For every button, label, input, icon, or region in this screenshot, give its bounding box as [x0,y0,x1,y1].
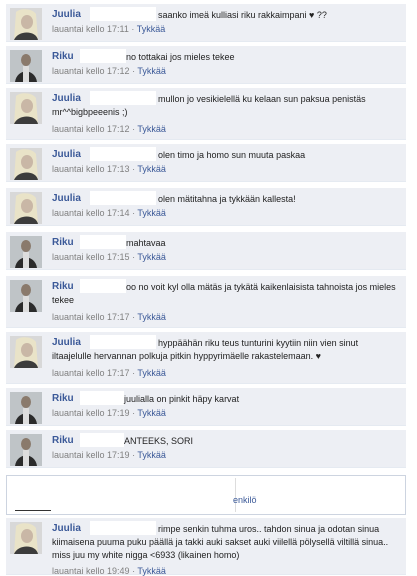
comment-item: Riku juulialla on pinkit häpy karvat lau… [6,388,406,426]
comment-item: Juulia rimpe senkin tuhma uros.. tahdon … [6,518,406,576]
comment-text: olen timo ja homo sun muuta paskaa [158,150,306,160]
comment-text: olen mätitahna ja tykkään kallesta! [158,194,296,204]
comment-timestamp: lauantai kello 17:19 [52,450,130,460]
meta-separator: · [132,312,136,322]
comment-meta: lauantai kello 17:12 · Tykkää [52,66,166,76]
like-link[interactable]: Tykkää [137,252,166,262]
like-link[interactable]: Tykkää [137,208,166,218]
comment-author[interactable]: Riku [52,435,74,446]
comment-meta: lauantai kello 17:19 · Tykkää [52,408,166,418]
avatar[interactable] [10,434,42,466]
comment-timestamp: lauantai kello 17:12 [52,124,130,134]
meta-separator: · [132,124,136,134]
comment-meta: lauantai kello 17:12 · Tykkää [52,124,166,134]
like-link[interactable]: Tykkää [137,312,166,322]
meta-separator: · [132,368,136,378]
redaction [80,391,124,405]
avatar[interactable] [10,522,42,554]
comment-text: juulialla on pinkit häpy karvat [124,394,240,404]
comment-timestamp: lauantai kello 17:15 [52,252,130,262]
comment-author[interactable]: Riku [52,393,74,404]
comment-text: mullon jo vesikielellä ku kelaan sun pak… [52,94,366,117]
like-link[interactable]: Tykkää [137,408,166,418]
avatar[interactable] [10,336,42,368]
comment-item: Riku oo no voit kyl olla mätäs ja tykätä… [6,276,406,328]
comment-timestamp: lauantai kello 17:17 [52,368,130,378]
redaction [80,433,124,447]
meta-separator: · [132,450,136,460]
meta-separator: · [132,66,136,76]
comment-item: Juulia saanko imeä kulliasi riku rakkaim… [6,4,406,42]
like-link[interactable]: Tykkää [137,24,166,34]
comment-meta: lauantai kello 17:17 · Tykkää [52,312,166,322]
redaction [90,147,156,161]
like-link[interactable]: Tykkää [137,164,166,174]
comment-timestamp: lauantai kello 17:19 [52,408,130,418]
comment-text: rimpe senkin tuhma uros.. tahdon sinua j… [52,524,389,560]
avatar[interactable] [10,192,42,224]
comment-item: Riku mahtavaa lauantai kello 17:15 · Tyk… [6,232,406,270]
comment-item: Juulia olen timo ja homo sun muuta paska… [6,144,406,182]
comment-item: Riku ANTEEKS, SORI lauantai kello 17:19 … [6,430,406,468]
meta-separator: · [132,252,136,262]
comment-meta: lauantai kello 17:17 · Tykkää [52,368,166,378]
comment-author[interactable]: Riku [52,51,74,62]
comment-item: Juulia mullon jo vesikielellä ku kelaan … [6,88,406,140]
comment-text: ANTEEKS, SORI [124,436,194,446]
comment-item: Riku no tottakai jos mieles tekee lauant… [6,46,406,84]
avatar[interactable] [10,50,42,82]
comment-text: saanko imeä kulliasi riku rakkaimpani ♥ … [158,10,327,20]
like-link[interactable]: Tykkää [137,124,166,134]
comment-timestamp: lauantai kello 17:11 [52,24,129,34]
comment-meta: lauantai kello 17:14 · Tykkää [52,208,166,218]
avatar[interactable] [10,148,42,180]
meta-separator: · [132,208,136,218]
comment-author[interactable]: Juulia [52,193,81,204]
meta-separator: · [132,408,136,418]
audience-label[interactable]: enkilö [233,495,257,505]
comment-meta: lauantai kello 17:15 · Tykkää [52,252,166,262]
redaction [80,49,126,63]
avatar[interactable] [10,236,42,268]
comment-text: hyppäähän riku teus tunturini kyytiin ni… [52,338,359,361]
comment-author[interactable]: Juulia [52,9,81,20]
redaction [80,235,126,249]
comment-timestamp: lauantai kello 17:17 [52,312,130,322]
redaction [90,191,156,205]
meta-separator: · [131,24,135,34]
like-link[interactable]: Tykkää [137,450,166,460]
meta-separator: · [132,164,136,174]
comment-composer: enkilö [6,475,406,515]
avatar[interactable] [10,280,42,312]
comment-timestamp: lauantai kello 17:13 [52,164,130,174]
like-link[interactable]: Tykkää [137,368,166,378]
comment-author[interactable]: Juulia [52,149,81,160]
comment-feed: Juulia saanko imeä kulliasi riku rakkaim… [0,0,417,576]
divider [15,510,51,511]
comment-timestamp: lauantai kello 17:14 [52,208,130,218]
comment-input[interactable] [9,478,236,512]
comment-author[interactable]: Riku [52,237,74,248]
avatar[interactable] [10,392,42,424]
comment-item: Juulia olen mätitahna ja tykkään kallest… [6,188,406,226]
redaction [90,7,156,21]
comment-item: Juulia hyppäähän riku teus tunturini kyy… [6,332,406,384]
comment-text: oo no voit kyl olla mätäs ja tykätä kaik… [52,282,396,305]
avatar[interactable] [10,8,42,40]
comment-text: no tottakai jos mieles tekee [126,52,235,62]
comment-timestamp: lauantai kello 17:12 [52,66,130,76]
comment-text: mahtavaa [126,238,166,248]
comment-meta: lauantai kello 17:11 · Tykkää [52,24,165,34]
avatar[interactable] [10,92,42,124]
comment-meta: lauantai kello 17:13 · Tykkää [52,164,166,174]
comment-meta: lauantai kello 17:19 · Tykkää [52,450,166,460]
like-link[interactable]: Tykkää [137,66,166,76]
